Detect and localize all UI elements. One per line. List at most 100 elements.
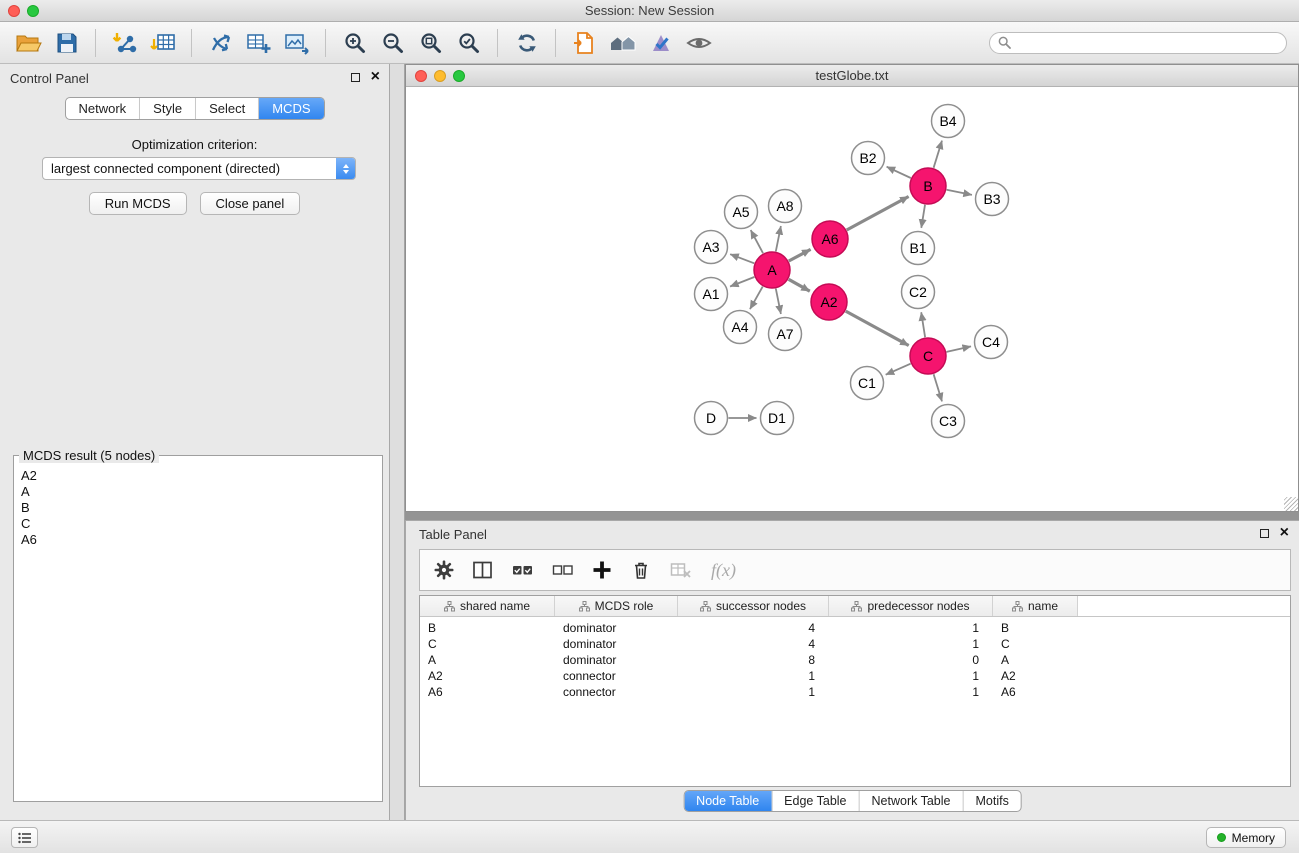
new-table-button[interactable] (242, 26, 275, 59)
float-table-panel-icon[interactable] (1260, 529, 1269, 538)
import-table-button[interactable] (146, 26, 179, 59)
mcds-result-list[interactable]: A2ABCA6 (14, 456, 382, 548)
delete-column-icon[interactable] (631, 560, 651, 580)
zoom-selected-button[interactable] (452, 26, 485, 59)
column-header-predecessor-nodes[interactable]: predecessor nodes (829, 596, 993, 616)
main-toolbar (0, 22, 1299, 64)
column-header-shared-name[interactable]: shared name (420, 596, 555, 616)
graph-edge[interactable] (947, 190, 972, 195)
mcds-result-item[interactable]: A2 (21, 468, 375, 484)
network-canvas[interactable]: B4B2BB3A5A8A6A3B1AC2A1A2A4A7C4CC1DD1C3 (406, 88, 1298, 511)
zoom-fit-button[interactable] (414, 26, 447, 59)
resize-grip[interactable] (1284, 497, 1298, 511)
memory-button[interactable]: Memory (1206, 827, 1286, 848)
deselect-all-icon[interactable] (552, 561, 573, 579)
table-cell: 4 (678, 637, 829, 651)
zoom-in-button[interactable] (338, 26, 371, 59)
tab-network-table[interactable]: Network Table (860, 791, 964, 811)
graph-edge[interactable] (730, 277, 754, 287)
float-panel-icon[interactable] (351, 73, 360, 82)
graph-node-label: A5 (732, 204, 749, 220)
show-panels-button[interactable] (11, 827, 38, 848)
graph-edge[interactable] (921, 312, 925, 337)
graph-edge[interactable] (921, 205, 925, 228)
panel-splitter[interactable] (390, 64, 405, 820)
graph-edge[interactable] (751, 230, 763, 253)
tab-edge-table[interactable]: Edge Table (772, 791, 859, 811)
graph-node-label: C1 (858, 375, 876, 391)
close-table-panel-icon[interactable]: × (1280, 527, 1289, 539)
table-row[interactable]: Cdominator41C (420, 636, 1290, 652)
graph-edge[interactable] (947, 346, 972, 352)
window-titlebar[interactable]: Session: New Session (0, 0, 1299, 22)
column-header-name[interactable]: name (993, 596, 1078, 616)
network-graph-svg[interactable]: B4B2BB3A5A8A6A3B1AC2A1A2A4A7C4CC1DD1C3 (406, 88, 1298, 511)
graph-edge[interactable] (934, 141, 942, 168)
tab-mcds[interactable]: MCDS (259, 98, 323, 119)
graph-edge[interactable] (886, 364, 911, 375)
refresh-button[interactable] (510, 26, 543, 59)
mcds-result-item[interactable]: A (21, 484, 375, 500)
table-cell: 1 (829, 637, 993, 651)
export-image-button[interactable] (280, 26, 313, 59)
zoom-network-window-button[interactable] (453, 70, 465, 82)
run-mcds-button[interactable]: Run MCDS (89, 192, 187, 215)
graph-node-label: A7 (776, 326, 793, 342)
graph-edge[interactable] (847, 197, 909, 231)
table-row[interactable]: Adominator80A (420, 652, 1290, 668)
graph-edge[interactable] (750, 287, 763, 310)
mcds-result-item[interactable]: C (21, 516, 375, 532)
graph-edge[interactable] (846, 311, 909, 345)
search-input[interactable] (1017, 36, 1278, 50)
add-column-icon[interactable] (592, 560, 612, 580)
table-row[interactable]: A2connector11A2 (420, 668, 1290, 684)
network-window-titlebar[interactable]: testGlobe.txt (406, 65, 1298, 87)
graph-edge[interactable] (789, 279, 810, 291)
criterion-dropdown[interactable]: largest connected component (directed) (42, 157, 356, 180)
validate-button[interactable] (644, 26, 677, 59)
tab-style[interactable]: Style (140, 98, 196, 119)
graph-edge[interactable] (776, 289, 781, 314)
network-arrows-button[interactable] (204, 26, 237, 59)
toolbar-separator (555, 29, 556, 57)
column-header-successor-nodes[interactable]: successor nodes (678, 596, 829, 616)
table-row[interactable]: Bdominator41B (420, 620, 1290, 636)
close-window-button[interactable] (8, 5, 20, 17)
report-button[interactable] (568, 26, 601, 59)
table-row[interactable]: A6connector11A6 (420, 684, 1290, 700)
graph-edge[interactable] (887, 167, 911, 178)
zoom-window-button[interactable] (27, 5, 39, 17)
graph-node-label: C2 (909, 284, 927, 300)
mcds-result-item[interactable]: A6 (21, 532, 375, 548)
search-box[interactable] (989, 32, 1287, 54)
tab-node-table[interactable]: Node Table (684, 791, 772, 811)
graph-edge[interactable] (789, 249, 811, 261)
graph-edge[interactable] (776, 226, 781, 251)
column-chooser-icon[interactable] (473, 561, 493, 579)
mcds-result-item[interactable]: B (21, 500, 375, 516)
tab-select[interactable]: Select (196, 98, 259, 119)
graph-edge[interactable] (934, 374, 942, 401)
gear-icon[interactable] (434, 560, 454, 580)
column-header-mcds-role[interactable]: MCDS role (555, 596, 678, 616)
table-cell: 0 (829, 653, 993, 667)
close-panel-icon[interactable]: × (371, 71, 380, 83)
close-network-window-button[interactable] (415, 70, 427, 82)
attribute-icon (700, 601, 711, 612)
close-panel-button[interactable]: Close panel (200, 192, 301, 215)
zoom-out-button[interactable] (376, 26, 409, 59)
minimize-network-window-button[interactable] (434, 70, 446, 82)
tab-network[interactable]: Network (65, 98, 140, 119)
graphics-details-button[interactable] (682, 26, 715, 59)
eye-icon (686, 31, 712, 55)
select-all-icon[interactable] (512, 561, 533, 579)
save-session-button[interactable] (50, 26, 83, 59)
control-panel: Control Panel × Network Style Select MCD… (0, 64, 390, 820)
open-session-button[interactable] (12, 26, 45, 59)
import-network-button[interactable] (108, 26, 141, 59)
table-cell: A6 (993, 685, 1078, 699)
home-button[interactable] (606, 26, 639, 59)
graph-edge[interactable] (730, 254, 754, 263)
table-cell: C (420, 637, 555, 651)
tab-motifs[interactable]: Motifs (963, 791, 1020, 811)
